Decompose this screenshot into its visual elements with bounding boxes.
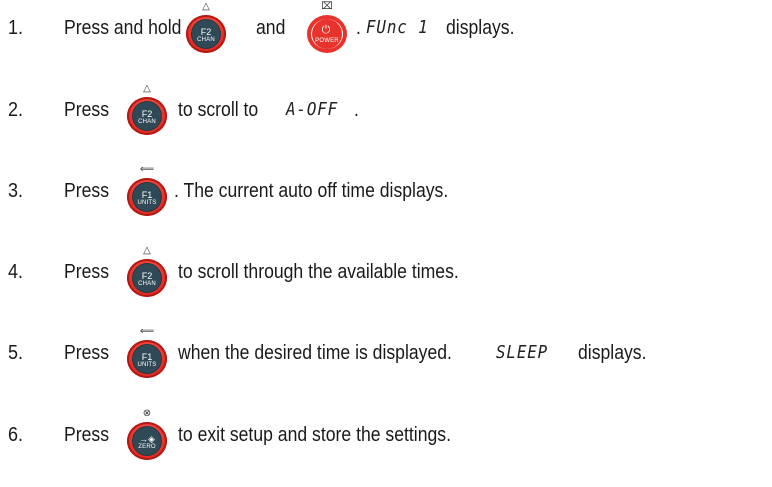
step-6: 6. Press ⊗ →◈ ZERO to exit setup and sto… (0, 408, 772, 460)
step-5: 5. Press ⟸ F1 UNITS when the desired tim… (0, 326, 772, 378)
step-text-period: . (356, 17, 361, 39)
step-text-press: Press (64, 424, 109, 446)
key-sublabel: CHAN (138, 281, 156, 287)
step-1: 1. Press and hold △ F2 CHAN and ⌧ ⏻ POWE… (0, 1, 772, 53)
key-sublabel: UNITS (137, 362, 157, 368)
step-text-tail: . The current auto off time displays. (174, 180, 449, 202)
step-number: 4. (8, 261, 24, 283)
key-label: F2 (141, 271, 153, 281)
triangle-up-icon: △ (143, 83, 151, 94)
power-key-icon: ⌧ ⏻ POWER (304, 1, 350, 53)
circle-s-icon: ⊗ (142, 408, 152, 419)
step-text-tail: to scroll through the available times. (178, 261, 459, 283)
key-sublabel: CHAN (197, 37, 215, 43)
key-sublabel: CHAN (138, 119, 156, 125)
display-code: SLEEP (496, 342, 549, 363)
cross-box-icon: ⌧ (321, 1, 333, 12)
f2-chan-key-icon: △ F2 CHAN (124, 83, 170, 135)
step-text-tail: to exit setup and store the settings. (178, 424, 451, 446)
step-3: 3. Press ⟸ F1 UNITS . The current auto o… (0, 164, 772, 216)
step-number: 5. (8, 342, 24, 364)
step-number: 2. (8, 99, 24, 121)
key-label: F1 (141, 352, 153, 362)
step-text-tail: displays. (578, 342, 647, 364)
key-sublabel: POWER (315, 38, 339, 44)
step-2: 2. Press △ F2 CHAN to scroll to A-OFF . (0, 83, 772, 135)
key-sublabel: ZERO (138, 444, 156, 450)
key-sublabel: UNITS (137, 200, 157, 206)
step-number: 1. (8, 17, 24, 39)
key-label: F2 (141, 109, 153, 119)
key-label: F1 (141, 190, 153, 200)
step-text-mid: to scroll to (178, 99, 259, 121)
zero-target-icon: →◈ (139, 434, 155, 444)
step-text-press: Press (64, 99, 109, 121)
step-number: 6. (8, 424, 24, 446)
f1-units-key-icon: ⟸ F1 UNITS (124, 164, 170, 216)
step-4: 4. Press △ F2 CHAN to scroll through the… (0, 245, 772, 297)
power-icon: ⏻ (321, 24, 331, 36)
f1-units-key-icon: ⟸ F1 UNITS (124, 326, 170, 378)
display-code: FUnc 1 (366, 17, 429, 38)
step-text-tail: displays. (446, 17, 515, 39)
f2-chan-key-icon: △ F2 CHAN (183, 1, 229, 53)
triangle-up-icon: △ (202, 1, 210, 12)
step-text-press: Press (64, 342, 109, 364)
step-text-mid: when the desired time is displayed. (178, 342, 452, 364)
step-number: 3. (8, 180, 24, 202)
triangle-up-icon: △ (143, 245, 151, 256)
zero-key-icon: ⊗ →◈ ZERO (124, 408, 170, 460)
display-code: A-OFF (286, 99, 339, 120)
step-text-press: Press (64, 180, 109, 202)
enter-arrow-icon: ⟸ (139, 326, 155, 337)
step-text-press: Press (64, 261, 109, 283)
f2-chan-key-icon: △ F2 CHAN (124, 245, 170, 297)
step-text-press-hold: Press and hold (64, 17, 182, 39)
step-text-tail: . (354, 99, 359, 121)
key-label: F2 (200, 27, 212, 37)
step-text-and: and (256, 17, 286, 39)
enter-arrow-icon: ⟸ (139, 164, 155, 175)
